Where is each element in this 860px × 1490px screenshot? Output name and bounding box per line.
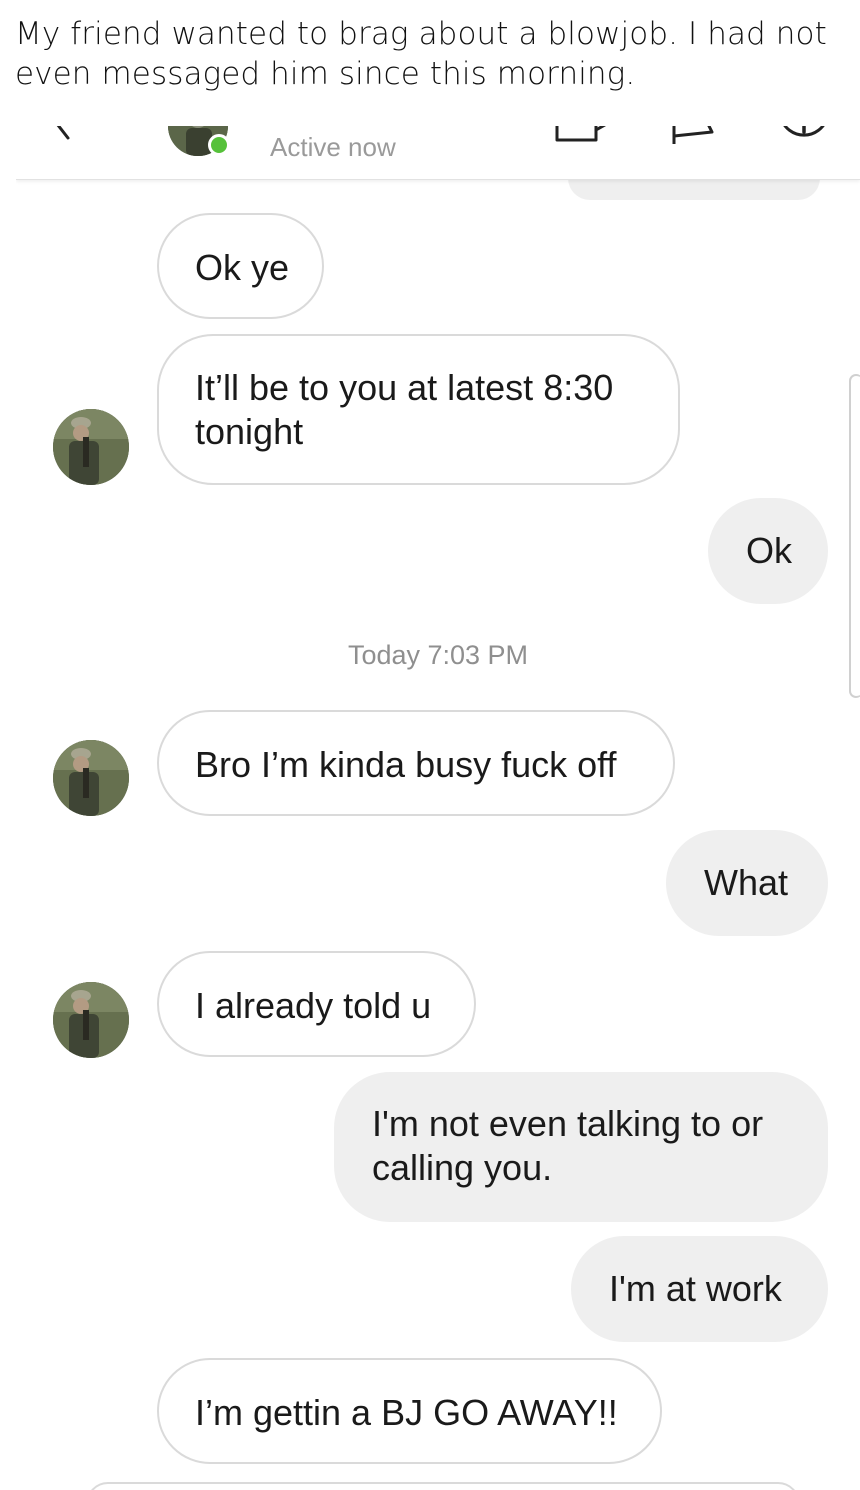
info-icon[interactable] bbox=[778, 126, 830, 150]
message-text-line-1: It’ll be to you at latest 8:30 bbox=[195, 367, 614, 408]
message-text-line-2: calling you. bbox=[372, 1147, 553, 1188]
message-received[interactable]: I’m gettin a BJ GO AWAY!! bbox=[157, 1358, 662, 1464]
message-text: Ok bbox=[746, 530, 793, 571]
sender-avatar[interactable] bbox=[53, 982, 129, 1058]
flag-icon[interactable] bbox=[668, 126, 718, 146]
sender-avatar[interactable] bbox=[53, 740, 129, 816]
back-arrow-icon[interactable] bbox=[50, 126, 80, 146]
message-sent[interactable]: What bbox=[666, 830, 828, 936]
message-sent[interactable]: I'm not even talking to or calling you. bbox=[334, 1072, 828, 1222]
soldier-photo bbox=[53, 409, 129, 485]
video-call-icon[interactable] bbox=[554, 126, 614, 150]
message-text: Bro I’m kinda busy fuck off bbox=[195, 744, 617, 785]
active-status-text: Active now bbox=[270, 132, 396, 162]
message-received[interactable]: It’ll be to you at latest 8:30 tonight bbox=[157, 334, 680, 485]
message-text: Ok ye bbox=[195, 247, 290, 288]
chat-screenshot: Active now Ok ye It’ll be to you at late… bbox=[16, 126, 860, 1490]
caption-line-1: My friend wanted to brag about a blowjob… bbox=[15, 16, 827, 52]
sender-avatar[interactable] bbox=[53, 409, 129, 485]
message-text: I already told u bbox=[195, 985, 432, 1026]
online-status-dot bbox=[208, 134, 230, 156]
message-timestamp: Today 7:03 PM bbox=[347, 640, 529, 670]
message-text: I’m gettin a BJ GO AWAY!! bbox=[195, 1392, 618, 1433]
soldier-photo bbox=[53, 982, 129, 1058]
message-received[interactable]: I already told u bbox=[157, 951, 476, 1057]
message-text: I'm at work bbox=[609, 1268, 782, 1309]
message-received[interactable]: Bro I’m kinda busy fuck off bbox=[157, 710, 675, 816]
message-sent[interactable]: Ok bbox=[708, 498, 828, 604]
message-text: What bbox=[704, 862, 789, 903]
post-caption: My friend wanted to brag about a blowjob… bbox=[15, 14, 845, 94]
message-text-line-1: I'm not even talking to or bbox=[372, 1103, 764, 1144]
next-message-bubble bbox=[86, 1482, 800, 1490]
message-sent[interactable]: I'm at work bbox=[571, 1236, 828, 1342]
chat-header: Active now bbox=[16, 126, 860, 180]
message-text-line-2: tonight bbox=[195, 411, 304, 452]
caption-line-2: even messaged him since this morning. bbox=[15, 56, 636, 92]
soldier-photo bbox=[53, 740, 129, 816]
message-received[interactable]: Ok ye bbox=[157, 213, 324, 319]
